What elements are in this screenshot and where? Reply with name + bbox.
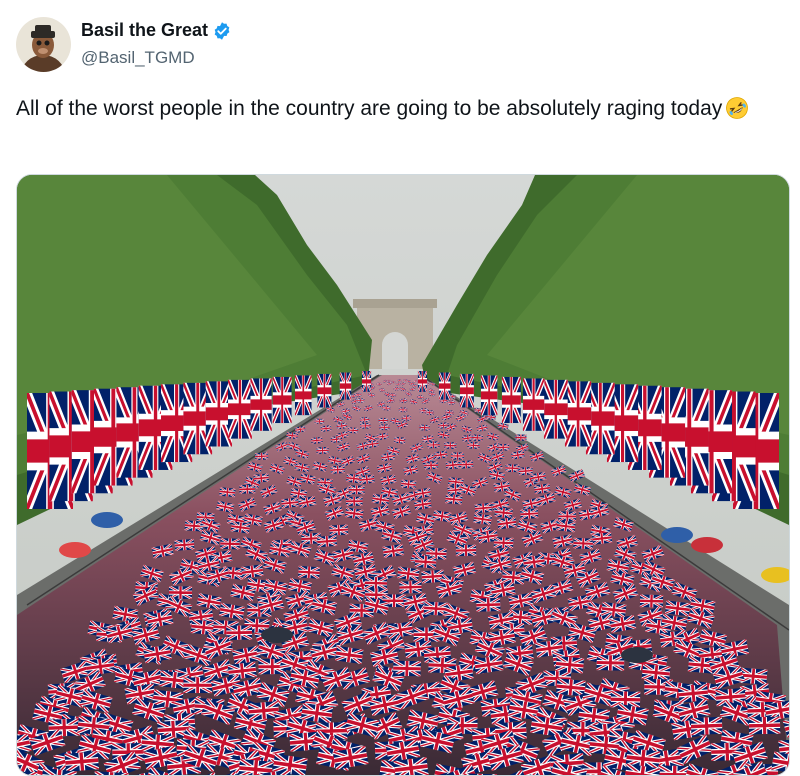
avatar-image bbox=[16, 17, 71, 72]
tweet-text: All of the worst people in the country a… bbox=[16, 93, 776, 125]
photo-crowd-union-flags bbox=[17, 175, 789, 775]
display-name[interactable]: Basil the Great bbox=[81, 20, 208, 41]
user-handle[interactable]: @Basil_TGMD bbox=[81, 48, 195, 68]
verified-badge-icon bbox=[212, 21, 232, 41]
rolling-on-the-floor-laughing-emoji-icon bbox=[725, 96, 749, 120]
tweet-card: Basil the Great @Basil_TGMD All of the w… bbox=[0, 0, 800, 776]
avatar[interactable] bbox=[16, 17, 71, 72]
tweet-photo[interactable] bbox=[16, 174, 790, 776]
tweet-text-content: All of the worst people in the country a… bbox=[16, 97, 723, 120]
author-name-row: Basil the Great bbox=[81, 20, 232, 41]
